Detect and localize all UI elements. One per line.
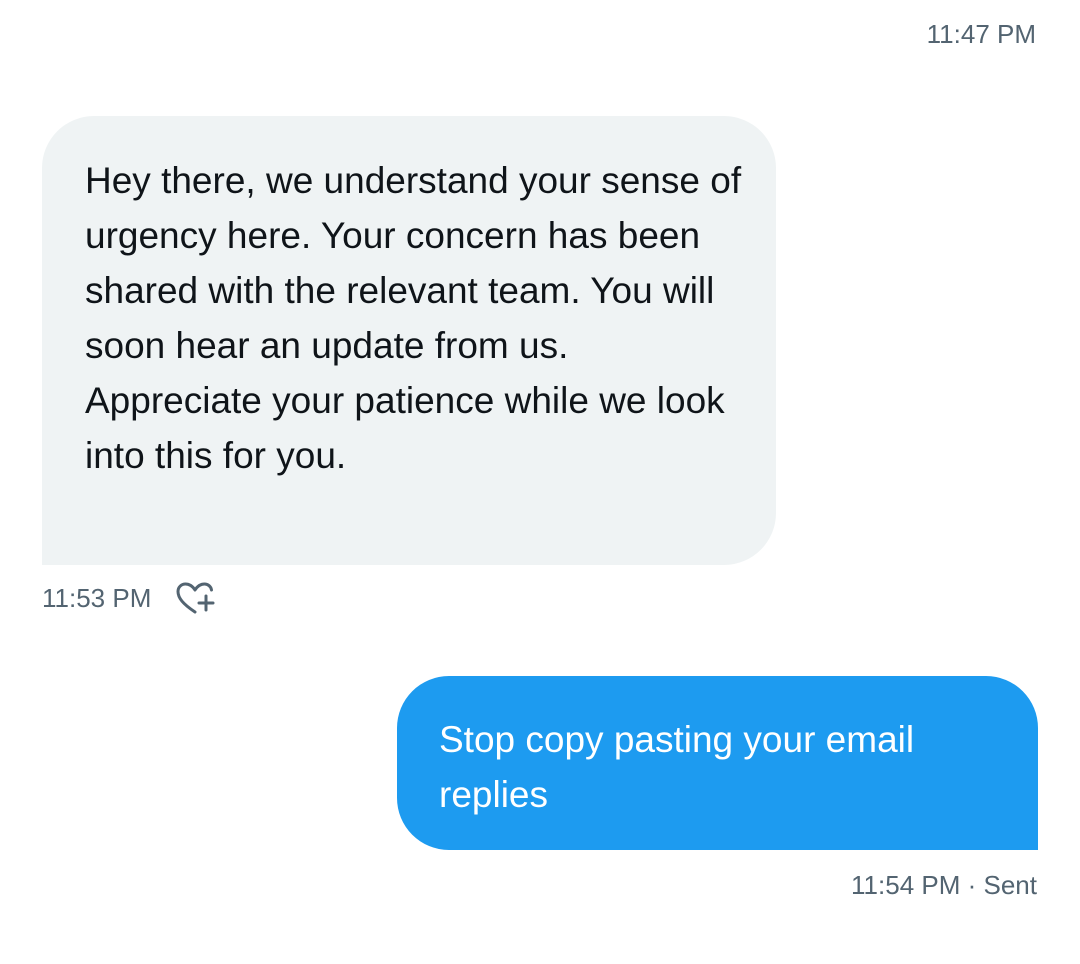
received-message-timestamp: 11:53 PM bbox=[42, 583, 152, 613]
meta-separator: · bbox=[960, 870, 984, 900]
message-group-timestamp: 11:47 PM bbox=[926, 19, 1036, 49]
sent-message-bubble[interactable]: Stop copy pasting your email replies bbox=[397, 676, 1038, 850]
sent-status: Sent bbox=[983, 870, 1038, 900]
sent-message-meta: 11:54 PM · Sent bbox=[851, 869, 1037, 901]
heart-plus-icon[interactable] bbox=[173, 580, 217, 616]
sent-message-timestamp: 11:54 PM bbox=[851, 870, 961, 900]
received-message-bubble[interactable]: Hey there, we understand your sense of u… bbox=[42, 116, 776, 565]
received-message-meta: 11:53 PM bbox=[42, 580, 217, 616]
